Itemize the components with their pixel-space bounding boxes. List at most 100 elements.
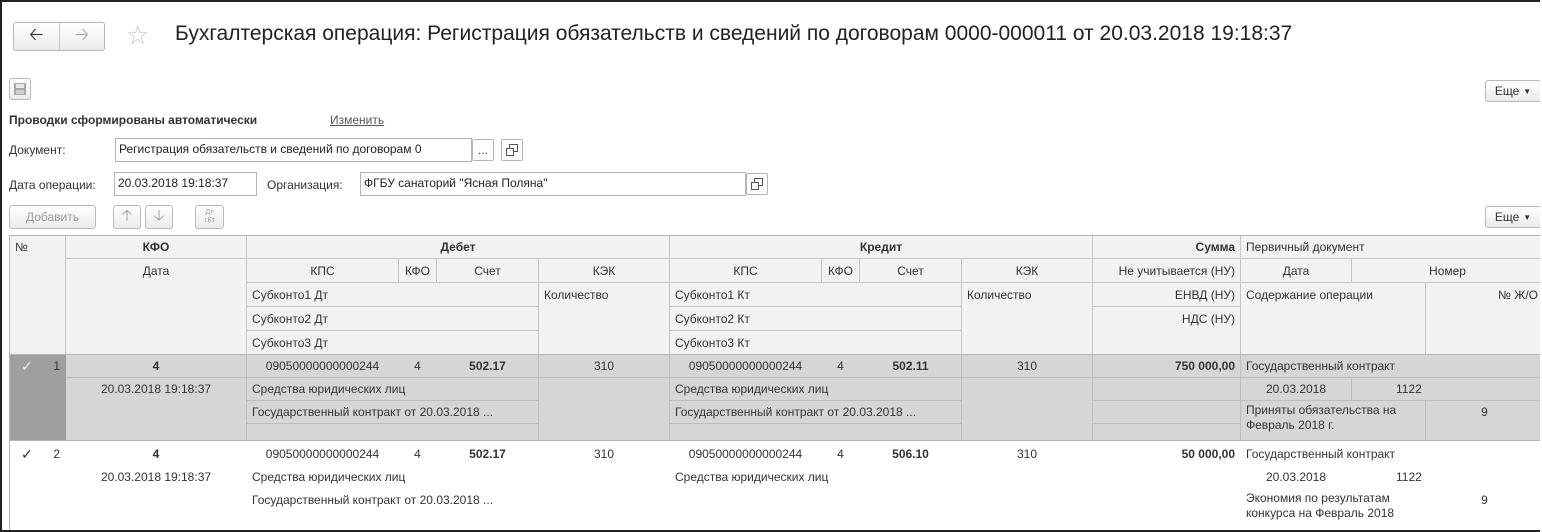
row-kt-kek[interactable]: 310	[962, 355, 1092, 377]
row-kt-kfo[interactable]: 4	[822, 355, 859, 377]
header-subkonto3-dt[interactable]: Субконто3 Дт	[247, 331, 539, 354]
row-primary-number[interactable]: 1122	[1356, 378, 1540, 400]
header-kt-kps[interactable]: КПС	[670, 259, 821, 282]
row-kt-subkonto2[interactable]: Государственный контракт от 20.03.2018 .…	[670, 401, 962, 423]
header-dt-quantity[interactable]: Количество	[539, 283, 669, 306]
row-kt-account[interactable]: 502.11	[860, 355, 961, 377]
organization-label: Организация:	[267, 178, 343, 192]
row-primary-number[interactable]: 1122	[1356, 466, 1540, 488]
row-primary-doc[interactable]: Государственный контракт	[1241, 443, 1540, 465]
row-dt-account[interactable]: 502.17	[437, 443, 538, 465]
more-label: Еще	[1494, 210, 1520, 224]
row-primary-doc[interactable]: Государственный контракт	[1241, 355, 1540, 377]
row-kt-subkonto1[interactable]: Средства юридических лиц	[670, 378, 962, 400]
row-dt-kfo[interactable]: 4	[399, 443, 436, 465]
arrow-right-icon: 🡢	[74, 23, 90, 44]
row-kt-subkonto1[interactable]: Средства юридических лиц	[670, 466, 962, 488]
row-kfo[interactable]: 4	[66, 355, 246, 377]
change-postings-link[interactable]: Изменить	[330, 113, 384, 127]
header-content[interactable]: Содержание операции	[1241, 283, 1425, 306]
document-select-button[interactable]: ...	[472, 139, 494, 161]
chevron-down-icon: ▼	[1523, 212, 1532, 222]
more-button-table[interactable]: Еще ▼	[1485, 206, 1540, 228]
star-icon[interactable]: ☆	[126, 20, 149, 51]
back-button[interactable]: 🡠	[14, 23, 60, 50]
header-subkonto3-kt[interactable]: Субконто3 Кт	[670, 331, 962, 354]
row-dt-kek[interactable]: 310	[539, 355, 669, 377]
row-primary-date[interactable]: 20.03.2018	[1241, 378, 1351, 400]
header-primary-number[interactable]: Номер	[1352, 259, 1540, 282]
row-primary-date[interactable]: 20.03.2018	[1241, 466, 1351, 488]
header-sum[interactable]: Сумма	[1093, 236, 1240, 258]
open-window-icon	[751, 178, 763, 190]
row-kt-kps[interactable]: 09050000000000244	[670, 443, 821, 465]
row-dt-kfo[interactable]: 4	[399, 355, 436, 377]
chevron-down-icon: ▼	[1523, 86, 1532, 96]
row-dt-kps[interactable]: 09050000000000244	[247, 355, 398, 377]
document-open-button[interactable]	[501, 139, 523, 161]
row-kt-kek[interactable]: 310	[962, 443, 1092, 465]
more-button-top[interactable]: Еще ▼	[1485, 80, 1540, 102]
header-kt-quantity[interactable]: Количество	[962, 283, 1092, 306]
row-dt-kek[interactable]: 310	[539, 443, 669, 465]
header-subkonto2-dt[interactable]: Субконто2 Дт	[247, 307, 539, 330]
header-primary-date[interactable]: Дата	[1241, 259, 1351, 282]
row-dt-account[interactable]: 502.17	[437, 355, 538, 377]
row-kt-account[interactable]: 506.10	[860, 443, 961, 465]
row-date[interactable]: 20.03.2018 19:18:37	[66, 378, 246, 400]
op-date-field[interactable]: 20.03.2018 19:18:37	[114, 172, 257, 196]
header-not-counted[interactable]: Не учитывается (НУ)	[1093, 259, 1240, 282]
organization-field[interactable]: ФГБУ санаторий "Ясная Поляна"	[360, 172, 746, 196]
row-kt-kfo[interactable]: 4	[822, 443, 859, 465]
row-date[interactable]: 20.03.2018 19:18:37	[66, 466, 246, 488]
ellipsis-label: ...	[477, 143, 488, 157]
header-dt-kps[interactable]: КПС	[247, 259, 398, 282]
header-vat[interactable]: НДС (НУ)	[1093, 307, 1240, 330]
header-dt-kfo[interactable]: КФО	[399, 259, 436, 282]
row-num: 1	[53, 359, 60, 373]
organization-open-button[interactable]	[746, 173, 768, 195]
page-title: Бухгалтерская операция: Регистрация обяз…	[175, 22, 1293, 45]
open-window-icon	[506, 144, 518, 156]
header-kt-account[interactable]: Счет	[860, 259, 961, 282]
save-button[interactable]	[9, 78, 31, 100]
forward-button[interactable]: 🡢	[60, 23, 105, 50]
header-date[interactable]: Дата	[66, 259, 246, 282]
row-content[interactable]: Экономия по результатам конкурса на Февр…	[1241, 489, 1425, 527]
header-kt-kek[interactable]: КЭК	[962, 259, 1092, 282]
row-journal-no[interactable]: 9	[1426, 489, 1540, 511]
row-dt-subkonto1[interactable]: Средства юридических лиц	[247, 378, 539, 400]
header-debit: Дебет	[440, 240, 476, 254]
row-kt-kps[interactable]: 09050000000000244	[670, 355, 821, 377]
arrow-down-icon: 🡣	[153, 206, 165, 224]
document-field[interactable]: Регистрация обязательств и сведений по д…	[115, 138, 472, 162]
add-button[interactable]: Добавить	[9, 205, 96, 229]
header-envd[interactable]: ЕНВД (НУ)	[1093, 283, 1240, 306]
header-subkonto2-kt[interactable]: Субконто2 Кт	[670, 307, 962, 330]
row-journal-no[interactable]: 9	[1426, 401, 1540, 423]
move-down-button[interactable]: 🡣	[145, 205, 173, 229]
move-up-button[interactable]: 🡡	[113, 205, 141, 229]
header-subkonto1-kt[interactable]: Субконто1 Кт	[670, 283, 962, 306]
save-icon	[14, 83, 26, 95]
row-content[interactable]: Приняты обязательства на Февраль 2018 г.	[1241, 401, 1425, 439]
header-subkonto1-dt[interactable]: Субконто1 Дт	[247, 283, 539, 306]
dt-kt-swap-button[interactable]: Дт ↕Кт	[195, 205, 224, 229]
header-journal-no[interactable]: № Ж/О	[1426, 283, 1540, 306]
header-kfo[interactable]: КФО	[66, 236, 246, 258]
row-sum[interactable]: 50 000,00	[1093, 443, 1240, 465]
row-dt-subkonto2[interactable]: Государственный контракт от 20.03.2018 .…	[247, 489, 539, 511]
header-kt-kfo[interactable]: КФО	[822, 259, 859, 282]
header-credit: Кредит	[859, 240, 903, 254]
op-date-label: Дата операции:	[9, 178, 96, 192]
row-kfo[interactable]: 4	[66, 443, 246, 465]
row-dt-subkonto1[interactable]: Средства юридических лиц	[247, 466, 539, 488]
row-dt-kps[interactable]: 09050000000000244	[247, 443, 398, 465]
row-sum[interactable]: 750 000,00	[1093, 355, 1240, 377]
header-dt-account[interactable]: Счет	[437, 259, 538, 282]
postings-status: Проводки сформированы автоматически	[9, 113, 258, 127]
header-primary-doc[interactable]: Первичный документ	[1241, 236, 1540, 258]
row-dt-subkonto2[interactable]: Государственный контракт от 20.03.2018 .…	[247, 401, 539, 423]
navigation-buttons: 🡠 🡢	[13, 22, 105, 51]
header-dt-kek[interactable]: КЭК	[539, 259, 669, 282]
